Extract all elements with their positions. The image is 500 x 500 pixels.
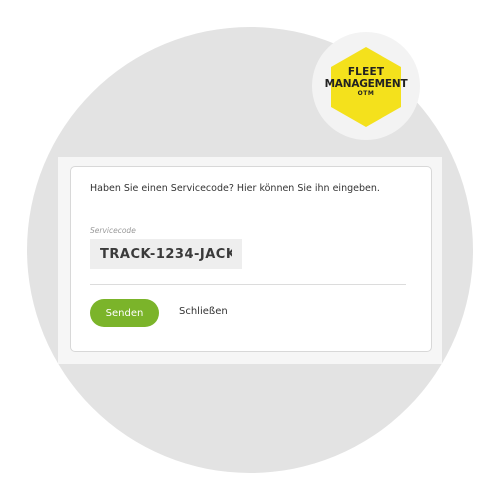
badge-line-2: MANAGEMENT (324, 77, 408, 90)
screen: FLEET MANAGEMENT OTM Haben Sie einen Ser… (0, 0, 500, 500)
send-button[interactable]: Senden (90, 299, 159, 327)
badge-line-3: OTM (357, 90, 375, 97)
fleet-management-logo: FLEET MANAGEMENT OTM (324, 67, 408, 97)
divider (90, 284, 406, 285)
servicecode-input[interactable] (90, 239, 242, 269)
dialog-prompt: Haben Sie einen Servicecode? Hier können… (90, 183, 380, 194)
close-link[interactable]: Schließen (179, 306, 228, 317)
servicecode-label: Servicecode (90, 226, 136, 235)
servicecode-dialog: Haben Sie einen Servicecode? Hier können… (70, 166, 432, 352)
badge-line-1: FLEET (347, 66, 385, 78)
